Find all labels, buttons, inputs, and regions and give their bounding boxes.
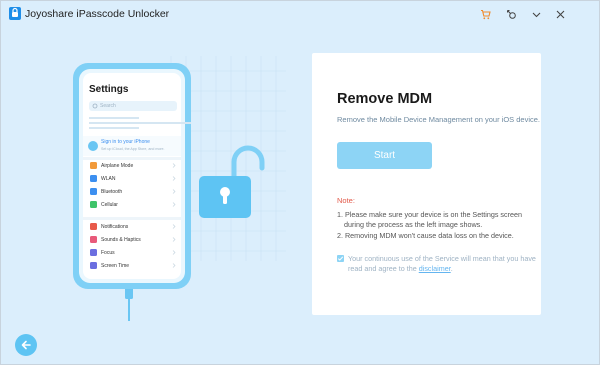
- app-logo-icon: [9, 7, 21, 20]
- arrow-left-icon: [21, 340, 31, 350]
- phone-item-focus: Focus: [101, 250, 115, 256]
- phone-account-line2: Set up iCloud, the App Store, and more.: [101, 147, 165, 151]
- device-illustration: Settings Search Sign in to your iPhone S…: [21, 46, 306, 321]
- remove-mdm-panel: Remove MDM Remove the Mobile Device Mana…: [312, 53, 541, 315]
- phone-account-line1: Sign in to your iPhone: [101, 139, 150, 145]
- note-title: Note:: [337, 196, 355, 205]
- register-icon[interactable]: [504, 7, 518, 21]
- back-button[interactable]: [15, 334, 37, 356]
- note-2: 2. Removing MDM won't cause data loss on…: [337, 231, 514, 240]
- phone-item-wlan: WLAN: [101, 176, 116, 182]
- phone-item-sounds: Sounds & Haptics: [101, 237, 141, 243]
- agree-checkbox[interactable]: [337, 255, 344, 262]
- page-title: Remove MDM: [337, 91, 433, 107]
- cart-icon[interactable]: [478, 7, 492, 21]
- title-bar: Joyoshare iPasscode Unlocker: [1, 1, 599, 27]
- page-subtitle: Remove the Mobile Device Management on y…: [337, 115, 541, 124]
- phone-search-placeholder: Search: [100, 103, 116, 109]
- note-1-line-1: 1. Please make sure your device is on th…: [337, 210, 522, 219]
- note-1-line-2: during the process as the left image sho…: [344, 220, 483, 229]
- app-window: Joyoshare iPasscode Unlocker Settings Se…: [0, 0, 600, 365]
- phone-settings-title: Settings: [89, 84, 129, 95]
- disclaimer-link[interactable]: disclaimer: [419, 264, 451, 273]
- agreement-text: Your continuous use of the Service will …: [348, 254, 543, 274]
- phone-item-cellular: Cellular: [101, 202, 118, 208]
- dropdown-icon[interactable]: [529, 7, 543, 21]
- agreement-period: .: [450, 264, 453, 273]
- app-title: Joyoshare iPasscode Unlocker: [25, 8, 170, 20]
- check-icon: [337, 256, 344, 261]
- close-icon[interactable]: [553, 7, 567, 21]
- phone-item-bluetooth: Bluetooth: [101, 189, 123, 195]
- phone-item-airplane: Airplane Mode: [101, 163, 134, 169]
- illustration-background: [73, 56, 286, 321]
- phone-item-notifications: Notifications: [101, 224, 129, 230]
- phone-item-screen-time: Screen Time: [101, 263, 130, 269]
- start-button[interactable]: Start: [337, 142, 432, 169]
